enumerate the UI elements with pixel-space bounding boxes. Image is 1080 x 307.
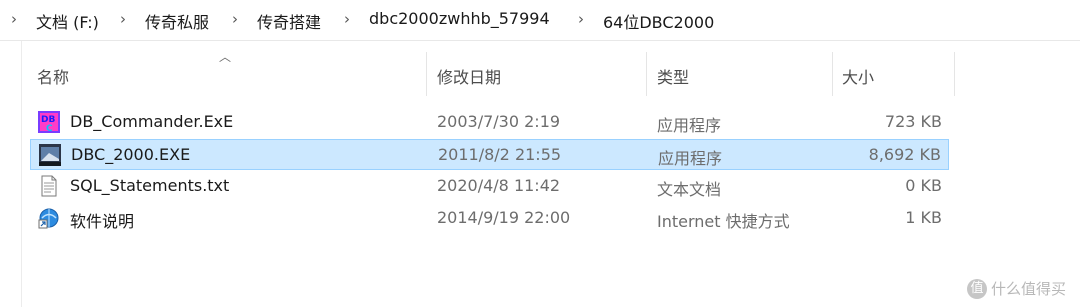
file-date: 2014/9/19 22:00 [437, 208, 571, 227]
breadcrumb-item-64bit-dbc2000[interactable]: 64位DBC2000 [603, 9, 714, 33]
file-row[interactable]: DB C DB_Commander.ExE 2003/7/30 2:19 应用程… [30, 107, 949, 138]
svg-text:C: C [46, 124, 53, 133]
watermark-text: 什么值得买 [990, 279, 1066, 298]
breadcrumb-item-dbc2000zwhhb[interactable]: dbc2000zwhhb_57994 [369, 9, 550, 28]
chevron-right-icon[interactable]: › [232, 10, 238, 28]
file-name: DB_Commander.ExE [70, 112, 234, 131]
breadcrumb-item-chuanqi-sifu[interactable]: 传奇私服 [145, 9, 209, 33]
file-row[interactable]: SQL_Statements.txt 2020/4/8 11:42 文本文档 0… [30, 171, 949, 202]
file-size: 0 KB [905, 176, 942, 195]
breadcrumb-item-chuanqi-dajian[interactable]: 传奇搭建 [257, 9, 321, 33]
file-type: 文本文档 [657, 180, 722, 199]
chevron-right-icon[interactable]: › [120, 10, 126, 28]
chevron-right-icon[interactable]: › [344, 10, 350, 28]
navigation-pane-edge [0, 41, 22, 307]
chevron-right-icon[interactable]: › [11, 10, 17, 28]
file-name: 软件说明 [70, 212, 135, 231]
file-size: 723 KB [884, 112, 942, 131]
chevron-right-icon[interactable]: › [578, 10, 584, 28]
internet-shortcut-icon [38, 207, 60, 229]
file-name: DBC_2000.EXE [71, 145, 191, 164]
watermark-badge-icon: 值 [966, 279, 987, 299]
file-type: 应用程序 [657, 116, 722, 135]
file-size: 8,692 KB [868, 145, 941, 164]
column-divider[interactable] [832, 52, 833, 96]
file-row[interactable]: 软件说明 2014/9/19 22:00 Internet 快捷方式 1 KB [30, 203, 949, 234]
file-type: 应用程序 [658, 149, 723, 168]
file-date: 2020/4/8 11:42 [437, 176, 561, 195]
file-date: 2011/8/2 21:55 [438, 145, 562, 164]
file-name: SQL_Statements.txt [70, 176, 230, 195]
dbc2000-app-icon [39, 144, 61, 166]
column-divider[interactable] [954, 52, 955, 96]
file-row-selected[interactable]: DBC_2000.EXE 2011/8/2 21:55 应用程序 8,692 K… [30, 139, 949, 170]
column-header-type[interactable]: 类型 [657, 64, 689, 88]
column-header-date[interactable]: 修改日期 [437, 64, 501, 88]
column-header-size[interactable]: 大小 [842, 64, 874, 88]
column-divider[interactable] [646, 52, 647, 96]
column-divider[interactable] [426, 52, 427, 96]
file-date: 2003/7/30 2:19 [437, 112, 561, 131]
breadcrumb-item-drive-f[interactable]: 文档 (F:) [36, 9, 99, 33]
file-type: Internet 快捷方式 [657, 212, 790, 231]
text-document-icon [38, 175, 60, 197]
db-commander-app-icon: DB C [38, 111, 60, 134]
address-breadcrumb-bar[interactable]: › 文档 (F:) › 传奇私服 › 传奇搭建 › dbc2000zwhhb_5… [0, 0, 1080, 41]
column-header-name[interactable]: 名称 [37, 64, 69, 88]
column-header-row: 名称 修改日期 类型 大小 [22, 52, 1080, 96]
watermark: 值什么值得买 [966, 278, 1066, 299]
file-size: 1 KB [905, 208, 942, 227]
